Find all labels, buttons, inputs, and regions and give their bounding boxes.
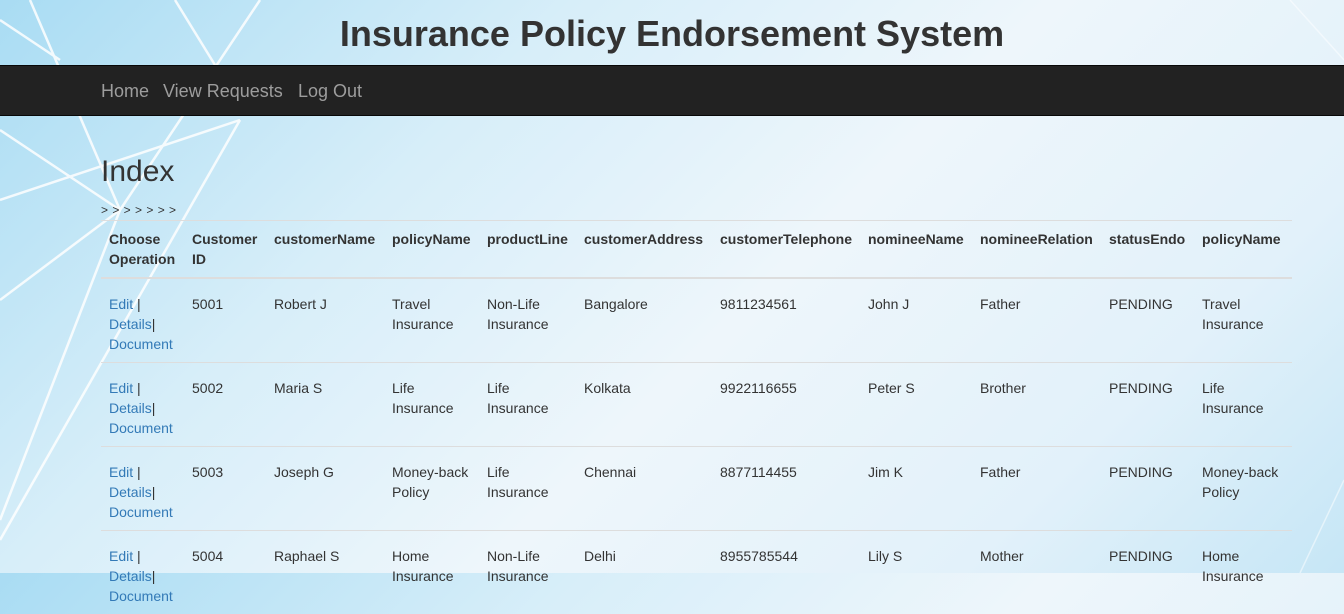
edit-link[interactable]: Edit (109, 296, 133, 312)
customer-name-cell: Joseph G (266, 447, 384, 531)
col-header-policy-name: policyName (384, 221, 479, 279)
policy-name-2-cell: LifeInsurance (1194, 363, 1292, 447)
status-endo-cell: PENDING (1101, 278, 1194, 363)
product-line-cell: LifeInsurance (479, 447, 576, 531)
customer-name-cell: Maria S (266, 363, 384, 447)
customer-address-cell: Chennai (576, 447, 712, 531)
document-link[interactable]: Document (109, 336, 173, 352)
col-header-status-endo: statusEndo (1101, 221, 1194, 279)
product-line-cell: Non-LifeInsurance (479, 278, 576, 363)
customer-address-cell: Delhi (576, 531, 712, 614)
policy-name-cell: HomeInsurance (384, 531, 479, 614)
table-row: Edit | Details| Document 5003 Joseph G M… (101, 447, 1292, 531)
nominee-name-cell: Peter S (860, 363, 972, 447)
col-header-product-line: productLine (479, 221, 576, 279)
nominee-name-cell: Jim K (860, 447, 972, 531)
customer-telephone-cell: 9811234561 (712, 278, 860, 363)
table-header-row: Choose Operation Customer ID customerNam… (101, 221, 1292, 279)
document-link[interactable]: Document (109, 504, 173, 520)
operations-cell: Edit | Details| Document (101, 447, 184, 531)
col-header-customer-address: customerAddress (576, 221, 712, 279)
product-line-cell: Non-LifeInsurance (479, 531, 576, 614)
customer-id-cell: 5002 (184, 363, 266, 447)
col-header-customer-name: customerName (266, 221, 384, 279)
section-heading: Index (101, 155, 174, 189)
requests-table: Choose Operation Customer ID customerNam… (101, 220, 1292, 614)
details-link[interactable]: Details (109, 316, 152, 332)
edit-link[interactable]: Edit (109, 464, 133, 480)
policy-name-2-cell: Money-backPolicy (1194, 447, 1292, 531)
col-header-nominee-relation: nomineeRelation (972, 221, 1101, 279)
status-endo-cell: PENDING (1101, 531, 1194, 614)
table-row: Edit | Details| Document 5004 Raphael S … (101, 531, 1292, 614)
status-endo-cell: PENDING (1101, 447, 1194, 531)
nominee-relation-cell: Father (972, 447, 1101, 531)
edit-link[interactable]: Edit (109, 380, 133, 396)
customer-name-cell: Robert J (266, 278, 384, 363)
customer-address-cell: Bangalore (576, 278, 712, 363)
details-link[interactable]: Details (109, 568, 152, 584)
nominee-relation-cell: Mother (972, 531, 1101, 614)
document-link[interactable]: Document (109, 420, 173, 436)
operations-cell: Edit | Details| Document (101, 531, 184, 614)
nominee-name-cell: John J (860, 278, 972, 363)
status-endo-cell: PENDING (1101, 363, 1194, 447)
customer-name-cell: Raphael S (266, 531, 384, 614)
requests-table-container: Choose Operation Customer ID customerNam… (101, 220, 1304, 614)
col-header-nominee-name: nomineeName (860, 221, 972, 279)
customer-address-cell: Kolkata (576, 363, 712, 447)
table-row: Edit | Details| Document 5002 Maria S Li… (101, 363, 1292, 447)
policy-name-cell: LifeInsurance (384, 363, 479, 447)
customer-telephone-cell: 9922116655 (712, 363, 860, 447)
navbar: Home View Requests Log Out (0, 65, 1344, 116)
breadcrumb-arrows: > > > > > > > (101, 203, 177, 217)
edit-link[interactable]: Edit (109, 548, 133, 564)
details-link[interactable]: Details (109, 400, 152, 416)
table-row: Edit | Details| Document 5001 Robert J T… (101, 278, 1292, 363)
document-link[interactable]: Document (109, 588, 173, 604)
customer-telephone-cell: 8955785544 (712, 531, 860, 614)
col-header-policy-name-2: policyName (1194, 221, 1292, 279)
nominee-name-cell: Lily S (860, 531, 972, 614)
policy-name-cell: TravelInsurance (384, 278, 479, 363)
nav-log-out[interactable]: Log Out (298, 81, 362, 102)
page-title: Insurance Policy Endorsement System (0, 13, 1344, 55)
policy-name-2-cell: TravelInsurance (1194, 278, 1292, 363)
policy-name-cell: Money-backPolicy (384, 447, 479, 531)
nominee-relation-cell: Father (972, 278, 1101, 363)
operations-cell: Edit | Details| Document (101, 278, 184, 363)
product-line-cell: LifeInsurance (479, 363, 576, 447)
col-header-customer-telephone: customerTelephone (712, 221, 860, 279)
policy-name-2-cell: HomeInsurance (1194, 531, 1292, 614)
operations-cell: Edit | Details| Document (101, 363, 184, 447)
col-header-customer-id: Customer ID (184, 221, 266, 279)
customer-id-cell: 5003 (184, 447, 266, 531)
nominee-relation-cell: Brother (972, 363, 1101, 447)
nav-home[interactable]: Home (101, 81, 149, 102)
details-link[interactable]: Details (109, 484, 152, 500)
nav-view-requests[interactable]: View Requests (163, 81, 283, 102)
customer-id-cell: 5001 (184, 278, 266, 363)
col-header-choose-operation: Choose Operation (101, 221, 184, 279)
customer-telephone-cell: 8877114455 (712, 447, 860, 531)
customer-id-cell: 5004 (184, 531, 266, 614)
